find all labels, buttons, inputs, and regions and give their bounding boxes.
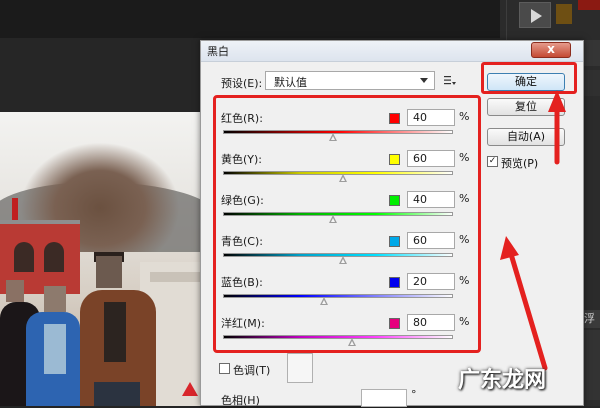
dialog-title: 黑白 [207, 45, 229, 58]
hue-input[interactable] [361, 389, 407, 407]
preview-checkbox[interactable]: ✓ [487, 156, 498, 167]
photo-person-face [96, 256, 122, 288]
photo-person-shirt [104, 302, 126, 362]
panel-swatch-icon[interactable] [556, 4, 572, 24]
close-icon[interactable]: x [531, 42, 571, 58]
reset-button[interactable]: 复位 [487, 98, 565, 116]
auto-button[interactable]: 自动(A) [487, 128, 565, 146]
photo-person-face [44, 286, 66, 312]
photo-arch [14, 242, 34, 272]
play-button[interactable] [519, 2, 551, 28]
photo-person-face [6, 280, 24, 302]
preview-label: 预览(P) [501, 157, 539, 170]
highlight-ok-box [481, 62, 577, 94]
preset-label: 预设(E): [221, 77, 263, 90]
tint-checkbox[interactable] [219, 363, 230, 374]
photo-person-pants [94, 382, 140, 406]
preset-menu-icon[interactable] [444, 74, 456, 88]
dialog-titlebar[interactable]: 黑白 x [201, 41, 583, 62]
photo-bridge-rail [150, 272, 200, 282]
photo-person-shirt [44, 324, 66, 374]
red-arrow-icon [182, 382, 198, 396]
black-white-dialog: 黑白 x 预设(E): 默认值 确定 复位 自动(A) ✓ 预览(P) 红色(R… [200, 40, 584, 407]
preset-value: 默认值 [274, 76, 307, 89]
play-icon [531, 9, 542, 23]
photo-flag [12, 198, 18, 220]
photo-canvas[interactable] [0, 112, 200, 406]
hue-degree-unit: ° [411, 388, 417, 401]
dropdown-caret-icon [420, 78, 428, 83]
tint-label: 色调(T) [233, 364, 271, 377]
watermark: 广东龙网 [458, 368, 547, 393]
photo-arch [44, 242, 64, 272]
panel-color-icon[interactable] [578, 0, 600, 10]
tint-color-swatch[interactable] [287, 353, 313, 383]
highlight-sliders-box [213, 95, 481, 353]
preset-select[interactable]: 默认值 [265, 71, 435, 90]
